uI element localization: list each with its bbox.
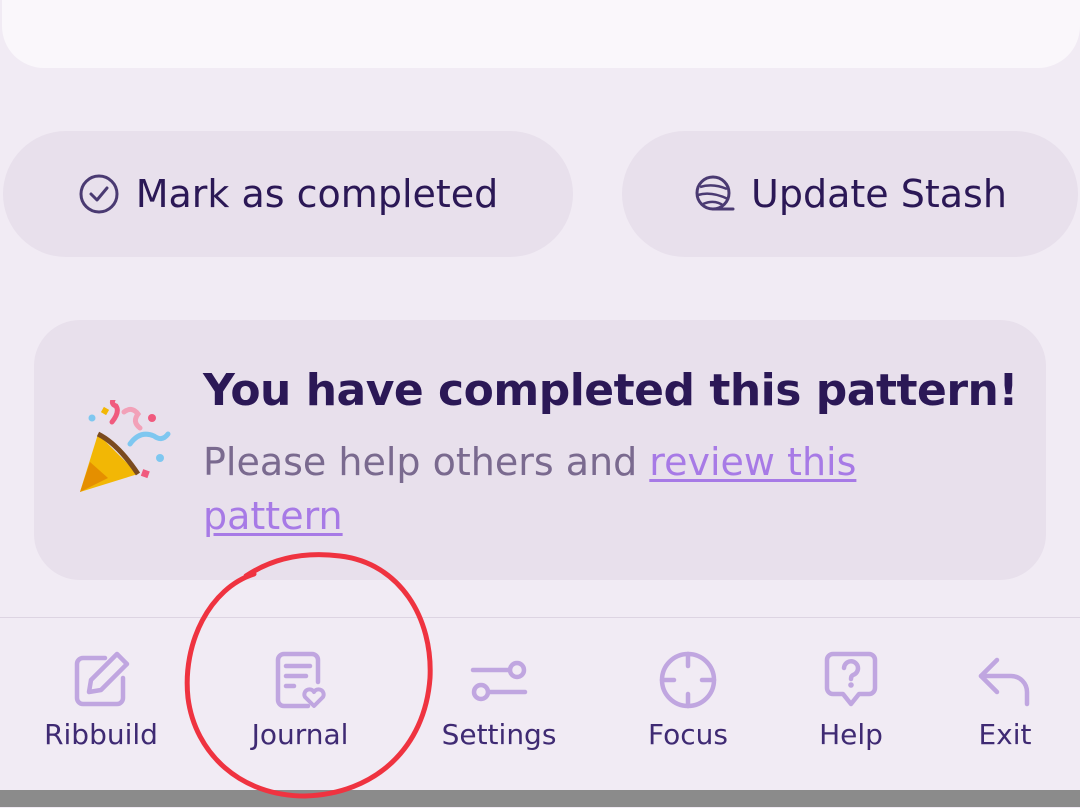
- crosshair-icon: [659, 651, 717, 709]
- completion-title: You have completed this pattern!: [203, 365, 1018, 416]
- nav-item-journal[interactable]: Journal: [220, 648, 380, 768]
- edit-icon: [74, 651, 130, 707]
- update-stash-label: Update Stash: [751, 172, 1007, 216]
- completion-message: Please help others and review this patte…: [203, 435, 903, 543]
- system-bottom-bar: [0, 790, 1080, 807]
- check-circle-icon: [79, 174, 119, 214]
- bottom-navigation: Ribbuild Journal Settings Focus Help Exi…: [0, 618, 1080, 790]
- nav-label-journal: Journal: [251, 718, 349, 751]
- completion-message-text: Please help others and: [203, 440, 650, 484]
- nav-item-exit[interactable]: Exit: [925, 648, 1080, 768]
- nav-label-exit: Exit: [978, 718, 1032, 751]
- nav-label-help: Help: [819, 718, 883, 751]
- completion-notice: You have completed this pattern! Please …: [34, 320, 1046, 580]
- journal-icon: [275, 651, 326, 709]
- nav-item-ribbuild[interactable]: Ribbuild: [21, 648, 181, 768]
- help-bubble-icon: [824, 651, 878, 707]
- mark-as-completed-button[interactable]: Mark as completed: [3, 131, 573, 257]
- settings-toggle-icon: [470, 660, 528, 702]
- nav-item-focus[interactable]: Focus: [608, 648, 768, 768]
- nav-label-focus: Focus: [648, 718, 728, 751]
- party-popper-icon: [80, 400, 171, 492]
- nav-label-ribbuild: Ribbuild: [44, 718, 158, 751]
- nav-label-settings: Settings: [441, 718, 557, 751]
- top-card: [2, 0, 1080, 68]
- yarn-ball-icon: [695, 175, 735, 211]
- nav-item-help[interactable]: Help: [771, 648, 931, 768]
- exit-arrow-icon: [978, 657, 1030, 707]
- mark-as-completed-label: Mark as completed: [135, 172, 499, 216]
- nav-item-settings[interactable]: Settings: [419, 648, 579, 768]
- update-stash-button[interactable]: Update Stash: [622, 131, 1078, 257]
